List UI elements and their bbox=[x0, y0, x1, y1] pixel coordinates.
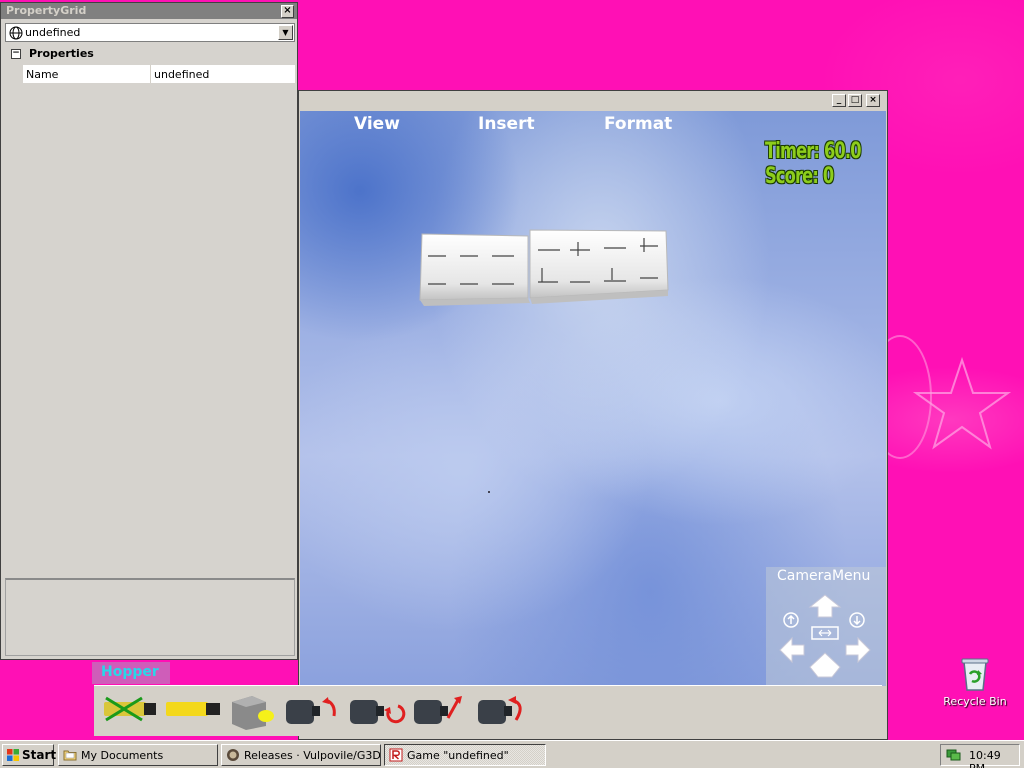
toolbar-label: Hopper bbox=[92, 662, 170, 684]
globe-icon bbox=[9, 26, 23, 40]
maximize-button[interactable]: □ bbox=[848, 94, 862, 107]
zoom-in-icon[interactable] bbox=[782, 611, 800, 629]
taskbar: Start My Documents Releases · Vulpovile/… bbox=[0, 740, 1024, 768]
property-grid-close-button[interactable]: × bbox=[281, 5, 294, 18]
zoom-out-icon[interactable] bbox=[848, 611, 866, 629]
pan-left-icon[interactable] bbox=[778, 635, 806, 665]
recycle-bin-icon bbox=[961, 658, 989, 691]
category-properties: − Properties bbox=[5, 45, 295, 63]
column-divider[interactable] bbox=[150, 65, 151, 83]
motor-up-icon[interactable] bbox=[410, 690, 470, 732]
pan-right-icon[interactable] bbox=[844, 635, 872, 665]
object-select-value: undefined bbox=[25, 26, 81, 39]
start-button[interactable]: Start bbox=[2, 744, 57, 766]
clock[interactable]: 10:49 PM bbox=[969, 749, 1019, 768]
wallpaper-star-decoration bbox=[912, 356, 1012, 450]
recycle-bin-desktop-icon[interactable]: Recycle Bin bbox=[940, 656, 1010, 716]
game-window: _ □ × View Insert Format Timer: 60.0 Sco… bbox=[298, 90, 888, 740]
recycle-bin-label: Recycle Bin bbox=[943, 695, 1007, 708]
menu-format[interactable]: Format bbox=[604, 114, 672, 134]
property-grid-titlebar[interactable]: PropertyGrid × bbox=[1, 3, 297, 19]
taskbar-item-my-documents[interactable]: My Documents bbox=[58, 744, 218, 766]
taskbar-item-releases[interactable]: Releases · Vulpovile/G3D... bbox=[221, 744, 381, 766]
browser-icon bbox=[227, 749, 239, 761]
close-button[interactable]: × bbox=[866, 94, 880, 107]
motor-right-icon[interactable] bbox=[474, 690, 534, 732]
taskbar-item-label: My Documents bbox=[81, 749, 164, 762]
camera-menu: CameraMenu bbox=[766, 567, 886, 686]
taskbar-item-label: Game "undefined" bbox=[407, 749, 509, 762]
game-viewport[interactable]: View Insert Format Timer: 60.0 Score: 0 bbox=[300, 111, 886, 686]
property-value[interactable]: undefined bbox=[154, 68, 209, 81]
score-display: Score: 0 bbox=[765, 164, 834, 189]
property-grid-table: − Properties Name undefined bbox=[5, 45, 295, 575]
brick-group[interactable] bbox=[418, 226, 673, 311]
motor-ccw-icon[interactable] bbox=[282, 690, 342, 732]
hopper-bin-disabled-icon[interactable] bbox=[98, 690, 158, 732]
category-label: Properties bbox=[29, 47, 94, 60]
cube-tool-icon[interactable] bbox=[226, 690, 286, 732]
toolbar-label-text: Hopper bbox=[101, 664, 159, 680]
timer-display: Timer: 60.0 bbox=[765, 139, 862, 164]
tilt-up-icon[interactable] bbox=[808, 593, 842, 619]
motor-cw-icon[interactable] bbox=[346, 690, 406, 732]
collapse-toggle-icon[interactable]: − bbox=[11, 49, 21, 59]
tilt-down-icon[interactable] bbox=[808, 651, 842, 679]
property-name: Name bbox=[26, 68, 59, 81]
menu-view[interactable]: View bbox=[354, 114, 400, 134]
property-description-pane bbox=[5, 578, 295, 656]
folder-icon bbox=[63, 750, 77, 761]
property-row-name[interactable]: Name undefined bbox=[23, 65, 295, 83]
brick-right[interactable] bbox=[529, 229, 669, 304]
roblox-icon bbox=[389, 748, 403, 762]
tool-bar bbox=[94, 685, 882, 736]
start-label: Start bbox=[22, 748, 57, 762]
hopper-bin-icon[interactable] bbox=[162, 690, 222, 732]
camera-menu-title: CameraMenu bbox=[777, 568, 871, 584]
system-tray: 10:49 PM bbox=[940, 744, 1020, 768]
center-icon[interactable] bbox=[810, 625, 840, 641]
chevron-down-icon[interactable]: ▼ bbox=[278, 25, 293, 40]
object-select-combo[interactable]: undefined ▼ bbox=[5, 23, 295, 42]
mouse-target-dot bbox=[488, 491, 490, 493]
property-grid-window: PropertyGrid × undefined ▼ − Properties … bbox=[0, 2, 298, 660]
windows-logo-icon bbox=[7, 749, 19, 761]
brick-left[interactable] bbox=[419, 233, 530, 306]
network-icon[interactable] bbox=[946, 748, 961, 762]
taskbar-item-label: Releases · Vulpovile/G3D... bbox=[244, 749, 381, 762]
menu-insert[interactable]: Insert bbox=[478, 114, 535, 134]
minimize-button[interactable]: _ bbox=[832, 94, 846, 107]
game-window-titlebar[interactable]: _ □ × bbox=[299, 91, 887, 111]
property-grid-title: PropertyGrid bbox=[6, 4, 87, 17]
taskbar-item-game[interactable]: Game "undefined" bbox=[384, 744, 546, 766]
